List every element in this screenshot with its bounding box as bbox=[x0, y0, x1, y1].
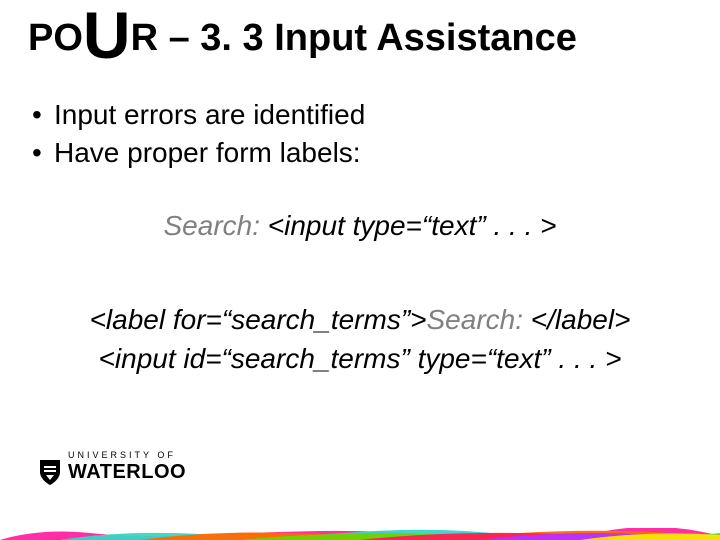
bullet-dot-icon: • bbox=[32, 134, 54, 172]
university-logo: UNIVERSITY OF WATERLOO bbox=[38, 450, 238, 486]
title-po: PO bbox=[28, 17, 83, 59]
logo-wordmark: WATERLOO bbox=[68, 461, 186, 484]
code-correct-line1-pre: <label for=“search_terms”> bbox=[90, 304, 427, 335]
bullet-item: •Have proper form labels: bbox=[32, 134, 365, 172]
slide: POUR – 3. 3 Input Assistance •Input erro… bbox=[0, 0, 720, 540]
code-correct-line1: <label for=“search_terms”>Search: </labe… bbox=[0, 300, 720, 339]
code-incorrect-label: Search: bbox=[164, 210, 261, 241]
bullet-list: •Input errors are identified •Have prope… bbox=[32, 96, 365, 172]
bullet-text: Input errors are identified bbox=[54, 99, 365, 130]
title-rest: R – 3. 3 Input Assistance bbox=[131, 17, 577, 59]
logo-row: WATERLOO bbox=[38, 458, 238, 486]
shield-icon bbox=[38, 458, 62, 486]
code-correct-line1-mid: Search: bbox=[427, 304, 531, 335]
slide-title: POUR – 3. 3 Input Assistance bbox=[28, 18, 700, 60]
code-incorrect-example: Search: <input type=“text” . . . > bbox=[0, 210, 720, 242]
bullet-text: Have proper form labels: bbox=[54, 137, 361, 168]
code-correct-line2: <input id=“search_terms” type=“text” . .… bbox=[0, 339, 720, 378]
code-incorrect-markup: <input type=“text” . . . > bbox=[260, 210, 557, 241]
bullet-item: •Input errors are identified bbox=[32, 96, 365, 134]
decorative-color-strip bbox=[0, 528, 720, 540]
code-correct-example: <label for=“search_terms”>Search: </labe… bbox=[0, 300, 720, 378]
code-correct-line1-post: </label> bbox=[531, 304, 631, 335]
bullet-dot-icon: • bbox=[32, 96, 54, 134]
